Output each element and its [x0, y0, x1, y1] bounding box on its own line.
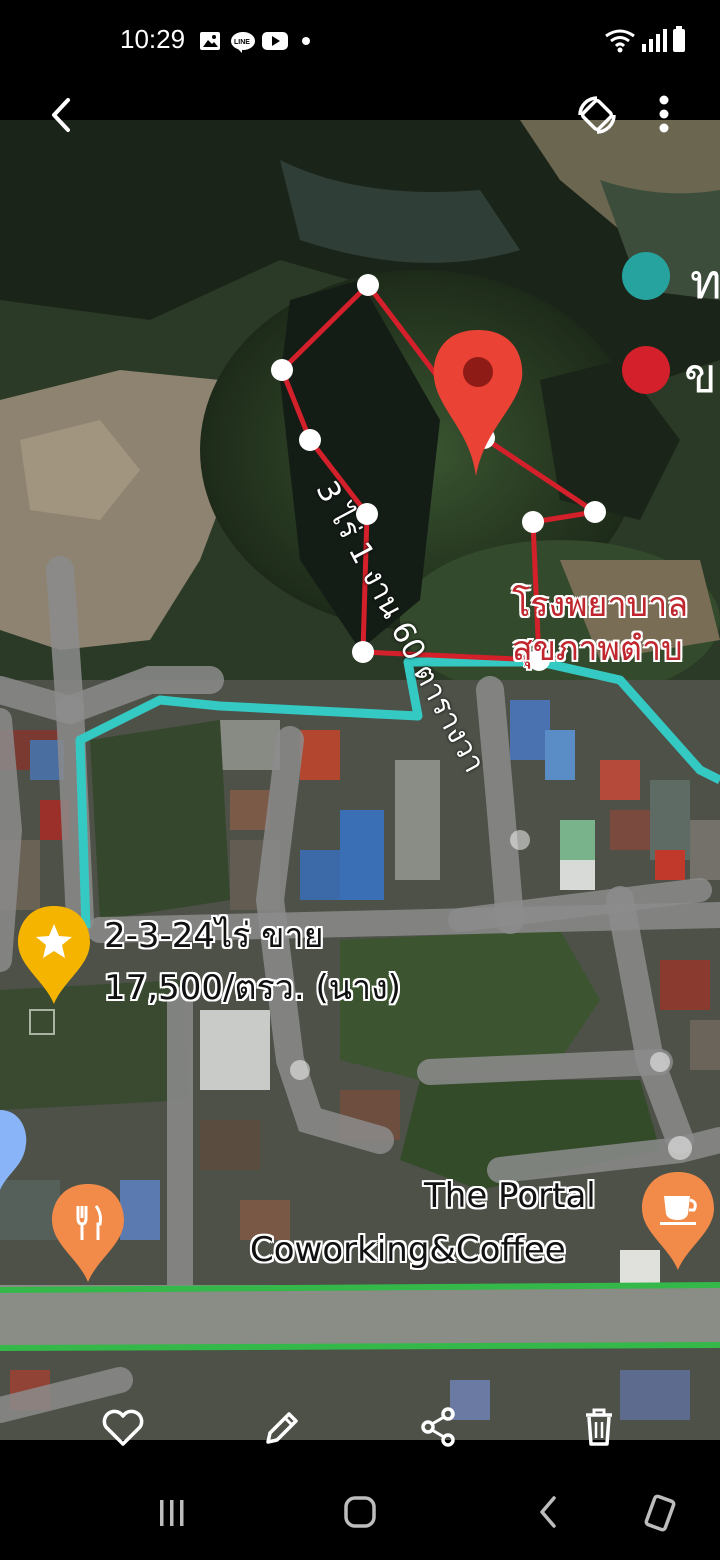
edit-button[interactable] — [256, 1404, 306, 1450]
status-notifications: LINE — [198, 30, 318, 60]
system-back-button[interactable] — [518, 1484, 578, 1540]
recent-apps-button[interactable] — [142, 1484, 202, 1540]
favorite-button[interactable] — [98, 1404, 148, 1450]
home-button[interactable] — [330, 1484, 390, 1540]
image-toolbar — [0, 1398, 720, 1458]
rotate-icon — [578, 96, 616, 134]
wifi-icon — [605, 29, 635, 53]
status-system-icons — [604, 26, 690, 60]
pencil-icon — [266, 1412, 298, 1444]
rotate-button[interactable] — [572, 90, 622, 140]
status-bar: 10:29 LINE — [0, 0, 720, 82]
hospital-label-line2[interactable]: สุขภาพตำบ — [512, 628, 683, 670]
legend-dot-red — [622, 346, 670, 394]
home-icon — [344, 1496, 376, 1528]
battery-icon — [673, 26, 685, 52]
signal-icon — [642, 29, 667, 52]
share-icon — [421, 1407, 455, 1447]
back-icon — [540, 1496, 556, 1528]
status-time: 10:29 — [120, 24, 186, 54]
cafe-label-line1[interactable]: The Portal — [424, 1174, 596, 1218]
cafe-label-line2[interactable]: Coworking&Coffee — [250, 1228, 566, 1272]
line-icon: LINE — [231, 32, 255, 53]
dot-icon — [302, 37, 310, 45]
back-button[interactable] — [36, 90, 86, 140]
hospital-label-line1[interactable]: โรงพยาบาล — [512, 584, 688, 626]
map-image[interactable]: 3 ไร่ 1 งาน 60 ตารางวา โรงพยาบาล สุขภาพต… — [0, 120, 720, 1440]
main-road — [0, 1282, 720, 1351]
legend-text-1: ท — [690, 254, 720, 310]
share-button[interactable] — [414, 1404, 464, 1450]
chevron-left-icon — [52, 98, 70, 132]
listing-label-line1[interactable]: 2-3-24ไร่ ขาย — [104, 914, 324, 958]
gallery-icon — [200, 32, 220, 50]
more-options-button[interactable] — [640, 90, 690, 140]
heart-icon — [102, 1409, 144, 1446]
listing-label-line2[interactable]: 17,500/ตรว. (นาง) — [104, 966, 401, 1010]
screen-rotate-button[interactable] — [630, 1484, 690, 1540]
navigation-bar — [0, 1458, 720, 1560]
recent-apps-icon — [160, 1500, 184, 1526]
screen-rotate-icon — [644, 1494, 676, 1532]
trash-icon — [586, 1408, 612, 1446]
legend-dot-teal — [622, 252, 670, 300]
legend-text-2: ข — [684, 348, 717, 404]
delete-button[interactable] — [574, 1404, 624, 1450]
more-vertical-icon — [659, 95, 669, 133]
svg-text:LINE: LINE — [234, 39, 250, 46]
youtube-icon — [262, 32, 288, 50]
